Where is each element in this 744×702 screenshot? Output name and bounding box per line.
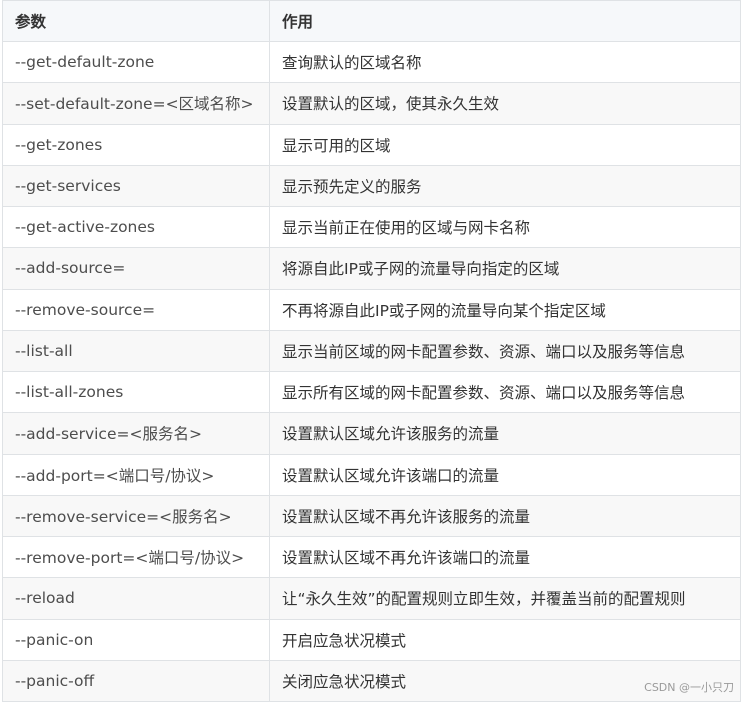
firewall-cmd-parameter-table: 参数 作用 --get-default-zone 查询默认的区域名称 --set…: [2, 0, 741, 702]
param-cell: --list-all-zones: [2, 370, 270, 414]
description-cell: 显示当前区域的网卡配置参数、资源、端口以及服务等信息: [269, 329, 741, 373]
description-cell: 显示预先定义的服务: [269, 164, 741, 208]
param-cell: --panic-off: [2, 659, 270, 702]
description-cell: 设置默认区域不再允许该服务的流量: [269, 494, 741, 538]
param-cell: --remove-port=<端口号/协议>: [2, 535, 270, 579]
param-cell: --add-source=: [2, 247, 270, 290]
table-row: --add-source= 将源自此IP或子网的流量导向指定的区域: [2, 247, 741, 290]
header-description: 作用: [269, 0, 741, 42]
table-row: --get-zones 显示可用的区域: [2, 123, 741, 166]
param-cell: --add-service=<服务名>: [2, 412, 270, 455]
table-row: --list-all 显示当前区域的网卡配置参数、资源、端口以及服务等信息: [2, 329, 741, 373]
param-cell: --get-services: [2, 164, 270, 208]
table-row: --add-service=<服务名> 设置默认区域允许该服务的流量: [2, 412, 741, 455]
description-cell: 显示当前正在使用的区域与网卡名称: [269, 205, 741, 249]
param-cell: --remove-service=<服务名>: [2, 494, 270, 538]
param-cell: --panic-on: [2, 618, 270, 661]
param-cell: --get-zones: [2, 123, 270, 166]
description-cell: 设置默认区域允许该端口的流量: [269, 453, 741, 496]
table-row: --remove-port=<端口号/协议> 设置默认区域不再允许该端口的流量: [2, 535, 741, 579]
param-cell: --remove-source=: [2, 288, 270, 331]
description-cell: 设置默认区域不再允许该端口的流量: [269, 535, 741, 579]
description-cell: 设置默认的区域，使其永久生效: [269, 82, 741, 125]
param-cell: --set-default-zone=<区域名称>: [2, 82, 270, 125]
description-cell: 不再将源自此IP或子网的流量导向某个指定区域: [269, 288, 741, 331]
table-row: --panic-off 关闭应急状况模式: [2, 659, 741, 702]
param-cell: --get-active-zones: [2, 205, 270, 249]
table-row: --remove-source= 不再将源自此IP或子网的流量导向某个指定区域: [2, 288, 741, 331]
table-row: --get-services 显示预先定义的服务: [2, 164, 741, 208]
description-cell: 开启应急状况模式: [269, 618, 741, 661]
param-cell: --list-all: [2, 329, 270, 373]
table-row: --list-all-zones 显示所有区域的网卡配置参数、资源、端口以及服务…: [2, 370, 741, 414]
description-cell: 显示可用的区域: [269, 123, 741, 166]
table-row: --set-default-zone=<区域名称> 设置默认的区域，使其永久生效: [2, 82, 741, 125]
description-cell: 设置默认区域允许该服务的流量: [269, 412, 741, 455]
param-cell: --add-port=<端口号/协议>: [2, 453, 270, 496]
table-header-row: 参数 作用: [2, 0, 741, 42]
table-row: --remove-service=<服务名> 设置默认区域不再允许该服务的流量: [2, 494, 741, 538]
table-row: --reload 让“永久生效”的配置规则立即生效，并覆盖当前的配置规则: [2, 577, 741, 620]
header-param: 参数: [2, 0, 270, 42]
table-row: --panic-on 开启应急状况模式: [2, 618, 741, 661]
table-row: --get-active-zones 显示当前正在使用的区域与网卡名称: [2, 205, 741, 249]
description-cell: 显示所有区域的网卡配置参数、资源、端口以及服务等信息: [269, 370, 741, 414]
param-cell: --get-default-zone: [2, 40, 270, 84]
table-row: --get-default-zone 查询默认的区域名称: [2, 40, 741, 84]
csdn-watermark: CSDN @一小只刀: [644, 681, 734, 694]
description-cell: 查询默认的区域名称: [269, 40, 741, 84]
param-cell: --reload: [2, 577, 270, 620]
description-cell: 将源自此IP或子网的流量导向指定的区域: [269, 247, 741, 290]
description-cell: 让“永久生效”的配置规则立即生效，并覆盖当前的配置规则: [269, 577, 741, 620]
table-row: --add-port=<端口号/协议> 设置默认区域允许该端口的流量: [2, 453, 741, 496]
